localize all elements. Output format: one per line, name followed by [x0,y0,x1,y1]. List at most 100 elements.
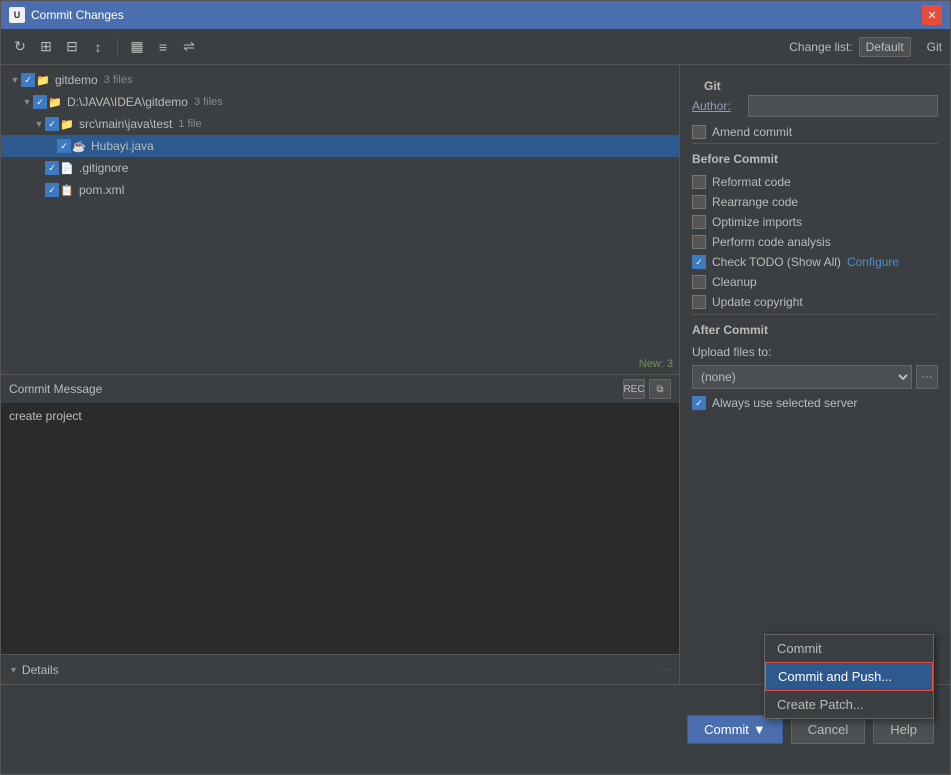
cb-cleanup[interactable] [692,275,706,289]
option-rearrange[interactable]: Rearrange code [692,194,938,210]
label-reformat: Reformat code [712,175,791,189]
tree-item-gitdemo[interactable]: ▼ ✓ 📁 gitdemo 3 files [1,69,679,91]
details-section[interactable]: ▼ Details ··· [1,654,679,684]
toolbar-collapse-btn[interactable]: ⊟ [61,36,83,58]
commit-label: Commit [704,722,749,737]
option-optimize[interactable]: Optimize imports [692,214,938,230]
toolbar-expand-btn[interactable]: ⊞ [35,36,57,58]
cb-optimize[interactable] [692,215,706,229]
cancel-button[interactable]: Cancel [791,715,865,744]
tree-label-pomxml: pom.xml [79,183,124,197]
toolbar-sep-1 [117,38,118,56]
commit-msg-copy-btn[interactable]: ⧉ [649,379,671,399]
label-always-server: Always use selected server [712,396,857,410]
commit-message-header: Commit Message REC ⧉ [1,375,679,403]
cb-always-server[interactable]: ✓ [692,396,706,410]
main-content: ▼ ✓ 📁 gitdemo 3 files ▼ ✓ 📁 D:\JAVA\IDEA… [1,65,950,684]
dropdown-commit[interactable]: Commit [765,635,933,662]
toolbar-show-btn[interactable]: ▦ [126,36,148,58]
tree-item-path[interactable]: ▼ ✓ 📁 D:\JAVA\IDEA\gitdemo 3 files [1,91,679,113]
configure-link[interactable]: Configure [847,255,899,269]
commit-message-buttons: REC ⧉ [623,379,671,399]
tree-label-path: D:\JAVA\IDEA\gitdemo [67,95,188,109]
label-cleanup: Cleanup [712,275,757,289]
tree-checkbox-src[interactable]: ✓ [45,117,59,131]
option-reformat[interactable]: Reformat code [692,174,938,190]
tree-checkbox-path[interactable]: ✓ [33,95,47,109]
option-copyright[interactable]: Update copyright [692,294,938,310]
expand-arrow: ▼ [9,75,21,85]
option-cleanup[interactable]: Cleanup [692,274,938,290]
git-section-title: Git [692,73,938,95]
cb-todo[interactable]: ✓ [692,255,706,269]
expand-arrow [33,185,45,195]
author-input[interactable] [748,95,938,117]
tree-checkbox-gitdemo[interactable]: ✓ [21,73,35,87]
tree-info-gitdemo: 3 files [104,74,133,86]
tree-item-src[interactable]: ▼ ✓ 📁 src\main\java\test 1 file [1,113,679,135]
label-todo: Check TODO (Show All) [712,255,841,269]
tree-item-pomxml[interactable]: ✓ 📋 pom.xml [1,179,679,201]
commit-message-section: Commit Message REC ⧉ create project [1,374,679,654]
changelist-dropdown[interactable]: Default [859,37,911,57]
tree-checkbox-pomxml[interactable]: ✓ [45,183,59,197]
cb-copyright[interactable] [692,295,706,309]
option-todo[interactable]: ✓ Check TODO (Show All) Configure [692,254,938,270]
option-always-server[interactable]: ✓ Always use selected server [692,395,938,411]
author-label: Author: [692,99,742,113]
commit-msg-rec-btn[interactable]: REC [623,379,645,399]
dropdown-commit-push[interactable]: Commit and Push... [765,662,933,691]
expand-arrow [45,141,57,151]
cb-analysis[interactable] [692,235,706,249]
details-arrow: ▼ [9,665,18,675]
commit-arrow: ▼ [753,722,766,737]
left-panel: ▼ ✓ 📁 gitdemo 3 files ▼ ✓ 📁 D:\JAVA\IDEA… [1,65,680,684]
status-bar: New: 3 [1,354,679,374]
right-panel: Git Author: Amend commit Before Commit [680,65,950,684]
toolbar-filter-btn[interactable]: ≡ [152,36,174,58]
label-analysis: Perform code analysis [712,235,831,249]
new-badge: New: 3 [639,358,673,370]
tree-label-gitdemo: gitdemo [55,73,98,87]
cb-reformat[interactable] [692,175,706,189]
window-title: Commit Changes [31,8,124,22]
toolbar-refresh-btn[interactable]: ↻ [9,36,31,58]
commit-button[interactable]: Commit ▼ [687,715,783,744]
tree-checkbox-gitignore[interactable]: ✓ [45,161,59,175]
toolbar: ↻ ⊞ ⊟ ↕ ▦ ≡ ⇌ Change list: Default Git [1,29,950,65]
folder-icon: 📁 [35,72,51,88]
amend-row[interactable]: Amend commit [692,125,938,139]
label-rearrange: Rearrange code [712,195,798,209]
upload-more-btn[interactable]: ··· [916,365,938,389]
git-label: Git [927,40,942,54]
expand-arrow: ▼ [33,119,45,129]
git-section: Git Author: Amend commit Before Commit [680,65,950,423]
section-divider-1 [692,143,938,144]
dropdown-create-patch[interactable]: Create Patch... [765,691,933,718]
upload-select[interactable]: (none) [692,365,912,389]
toolbar-diff-btn[interactable]: ⇌ [178,36,200,58]
tree-info-src: 1 file [178,118,201,130]
close-button[interactable]: ✕ [922,5,942,25]
tree-label-hubayi: Hubayi.java [91,139,154,153]
changelist-label: Change list: [789,40,852,54]
upload-label: Upload files to: [692,345,938,359]
cb-rearrange[interactable] [692,195,706,209]
folder-icon: 📁 [59,116,75,132]
commit-message-input[interactable]: create project [1,403,679,654]
help-button[interactable]: Help [873,715,934,744]
tree-item-hubayi[interactable]: ✓ ☕ Hubayi.java [1,135,679,157]
option-analysis[interactable]: Perform code analysis [692,234,938,250]
bottom-buttons: Commit ▼ Cancel Help [687,715,934,744]
tree-item-gitignore[interactable]: ✓ 📄 .gitignore [1,157,679,179]
label-copyright: Update copyright [712,295,803,309]
toolbar-move-btn[interactable]: ↕ [87,36,109,58]
commit-dropdown-menu: Commit Commit and Push... Create Patch..… [764,634,934,719]
amend-checkbox[interactable] [692,125,706,139]
ignore-file-icon: 📄 [59,160,75,176]
author-row: Author: [692,95,938,117]
bottom-bar: Commit Commit and Push... Create Patch..… [1,684,950,774]
changelist-section: Change list: Default Git [789,37,942,57]
tree-checkbox-hubayi[interactable]: ✓ [57,139,71,153]
details-label: Details [22,663,59,677]
